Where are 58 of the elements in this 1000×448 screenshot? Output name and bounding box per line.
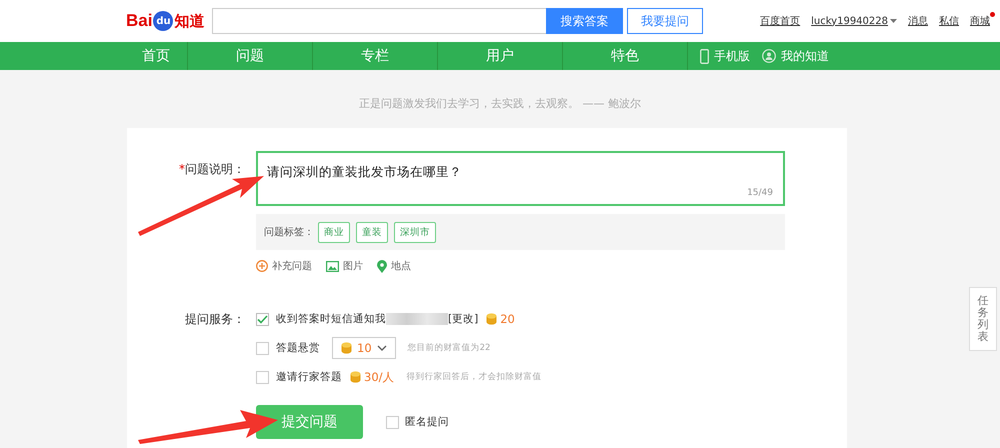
checkbox[interactable] (256, 312, 269, 326)
blurred-phone-number (386, 313, 448, 325)
checkbox[interactable] (256, 370, 269, 384)
hint-text: 您目前的财富值为22 (408, 342, 490, 354)
tag[interactable]: 深圳市 (394, 222, 436, 242)
attach-link[interactable]: 图片 (343, 259, 363, 273)
nav-item[interactable]: 首页 (125, 42, 187, 70)
checkbox[interactable] (386, 416, 399, 428)
tags-label: 问题标签： (264, 226, 314, 239)
user-icon (762, 49, 776, 63)
header-link[interactable]: 私信 (939, 14, 959, 28)
add-icon[interactable] (256, 260, 268, 272)
coin-icon (341, 342, 352, 354)
task-list-tab[interactable]: 任务列表 (969, 287, 997, 351)
field-label: 问题说明： (185, 162, 245, 176)
nav-item[interactable]: 问题 (187, 42, 312, 70)
nav-item[interactable]: 用户 (437, 42, 562, 70)
change-link[interactable]: [更改] (448, 312, 478, 326)
user-link[interactable]: lucky19940228 (811, 16, 888, 26)
required-mark: * (179, 162, 185, 176)
caret-icon[interactable] (890, 19, 897, 23)
tag[interactable]: 童装 (356, 222, 388, 242)
reward-select[interactable]: 10 (332, 337, 396, 359)
image-icon[interactable] (326, 260, 339, 272)
field-label: 提问服务： (185, 312, 245, 326)
header-link[interactable]: 商城 (970, 14, 990, 28)
coin-icon (350, 371, 361, 383)
notification-dot (990, 12, 995, 17)
question-field[interactable]: 请问深圳的童装批发市场在哪里？ 15/49 (256, 151, 785, 206)
search-field[interactable] (212, 8, 546, 34)
question-text: 请问深圳的童装批发市场在哪里？ (267, 164, 462, 179)
nav-item[interactable]: 我的知道 (781, 48, 829, 64)
nav-item[interactable]: 特色 (562, 42, 687, 70)
chevron-down-icon[interactable] (376, 345, 387, 351)
tag[interactable]: 商业 (318, 222, 350, 242)
hint-text: 得到行家回答后，才会扣除财富值 (406, 371, 542, 383)
attach-link[interactable]: 补充问题 (272, 259, 312, 273)
ask-button[interactable]: 我要提问 (627, 8, 703, 34)
header-link[interactable]: 消息 (908, 14, 928, 28)
location-pin-icon[interactable] (377, 260, 387, 272)
checkbox[interactable] (256, 342, 269, 354)
submit-button[interactable]: 提交问题 (256, 405, 363, 439)
logo[interactable]: Bai du 知道 (126, 11, 212, 31)
option-label: 答题悬赏 (276, 341, 320, 355)
coin-icon (486, 313, 498, 325)
nav-item[interactable]: 专栏 (312, 42, 437, 70)
char-counter: 15/49 (747, 188, 773, 198)
option-label: 匿名提问 (405, 415, 449, 429)
coin-amount: 20 (500, 312, 515, 326)
quote-text: 正是问题激发我们去学习，去实践，去观察。 —— 鲍波尔 (358, 96, 642, 112)
search-button[interactable]: 搜索答案 (546, 8, 623, 34)
coin-amount: 30/人 (364, 370, 395, 384)
phone-icon (700, 48, 709, 64)
option-label: 收到答案时短信通知我 (276, 312, 386, 326)
nav-item[interactable]: 手机版 (714, 48, 750, 64)
attach-link[interactable]: 地点 (391, 259, 411, 273)
option-label: 邀请行家答题 (276, 370, 342, 384)
header-link[interactable]: 百度首页 (760, 14, 800, 28)
